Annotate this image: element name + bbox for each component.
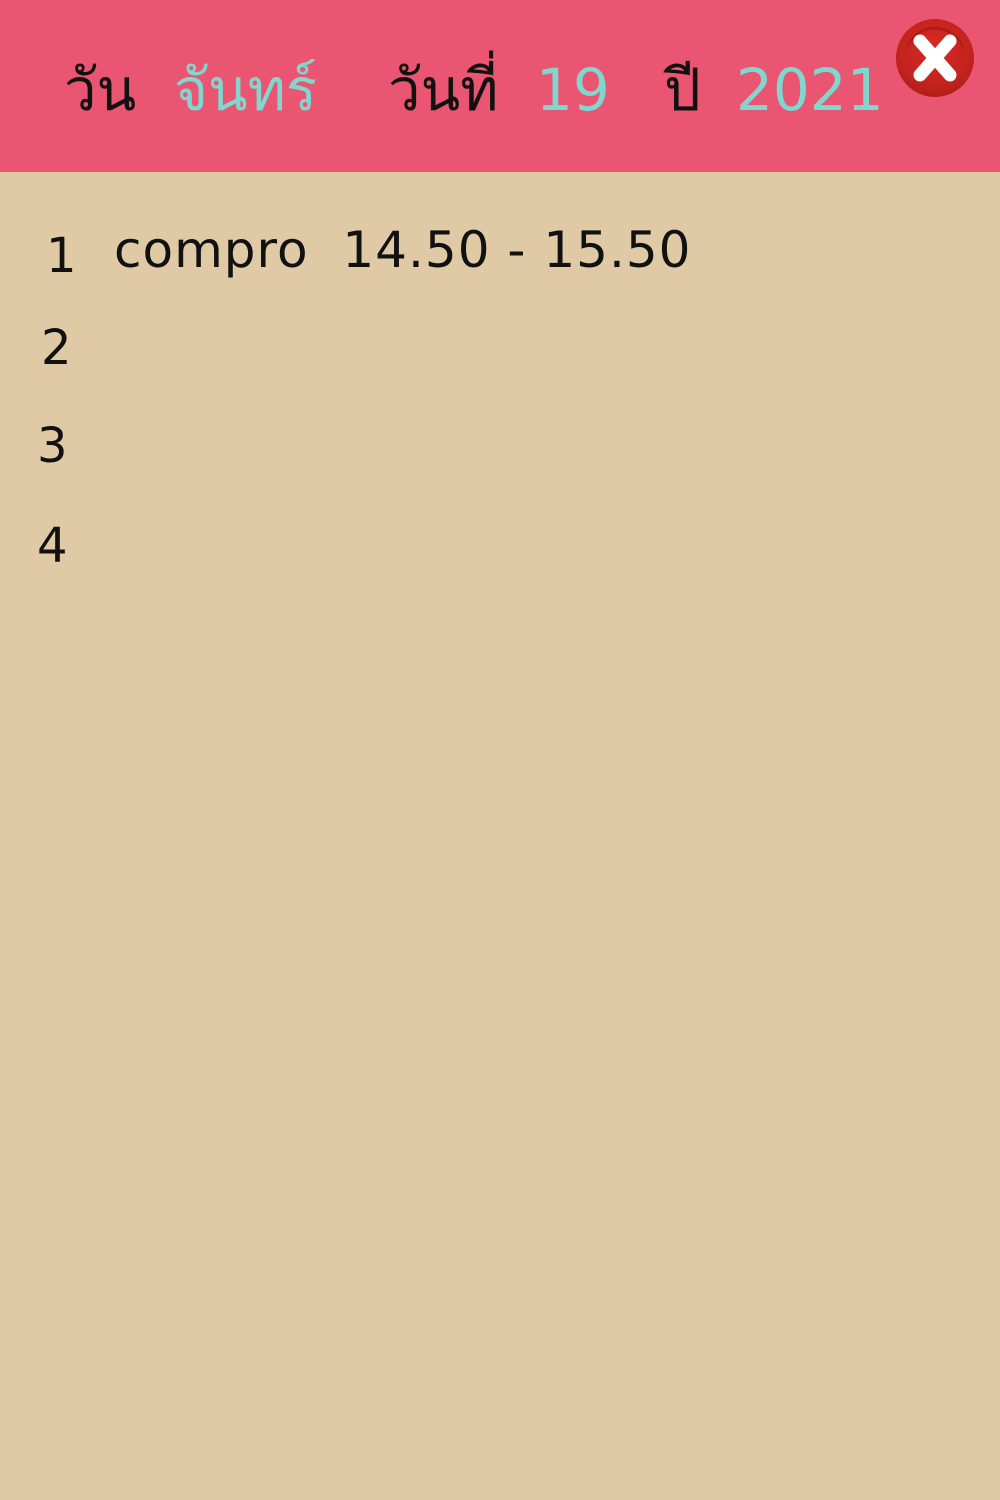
row-number-1: 1 xyxy=(46,228,77,284)
date-label: วันที่ xyxy=(388,56,499,124)
row-number-2: 2 xyxy=(41,320,72,376)
year-value: 2021 xyxy=(736,56,884,124)
day-value: จันทร์ xyxy=(174,56,318,124)
day-label: วัน xyxy=(64,56,137,124)
date-value: 19 xyxy=(536,56,610,124)
row-number-4: 4 xyxy=(37,518,68,574)
close-button[interactable] xyxy=(896,19,974,97)
row-number-3: 3 xyxy=(37,418,68,474)
row-entry-1[interactable]: compro 14.50 - 15.50 xyxy=(114,218,691,282)
close-icon xyxy=(906,26,964,82)
year-label: ปี xyxy=(664,56,701,124)
header-bar: วัน จันทร์ วันที่ 19 ปี 2021 xyxy=(0,0,1000,172)
